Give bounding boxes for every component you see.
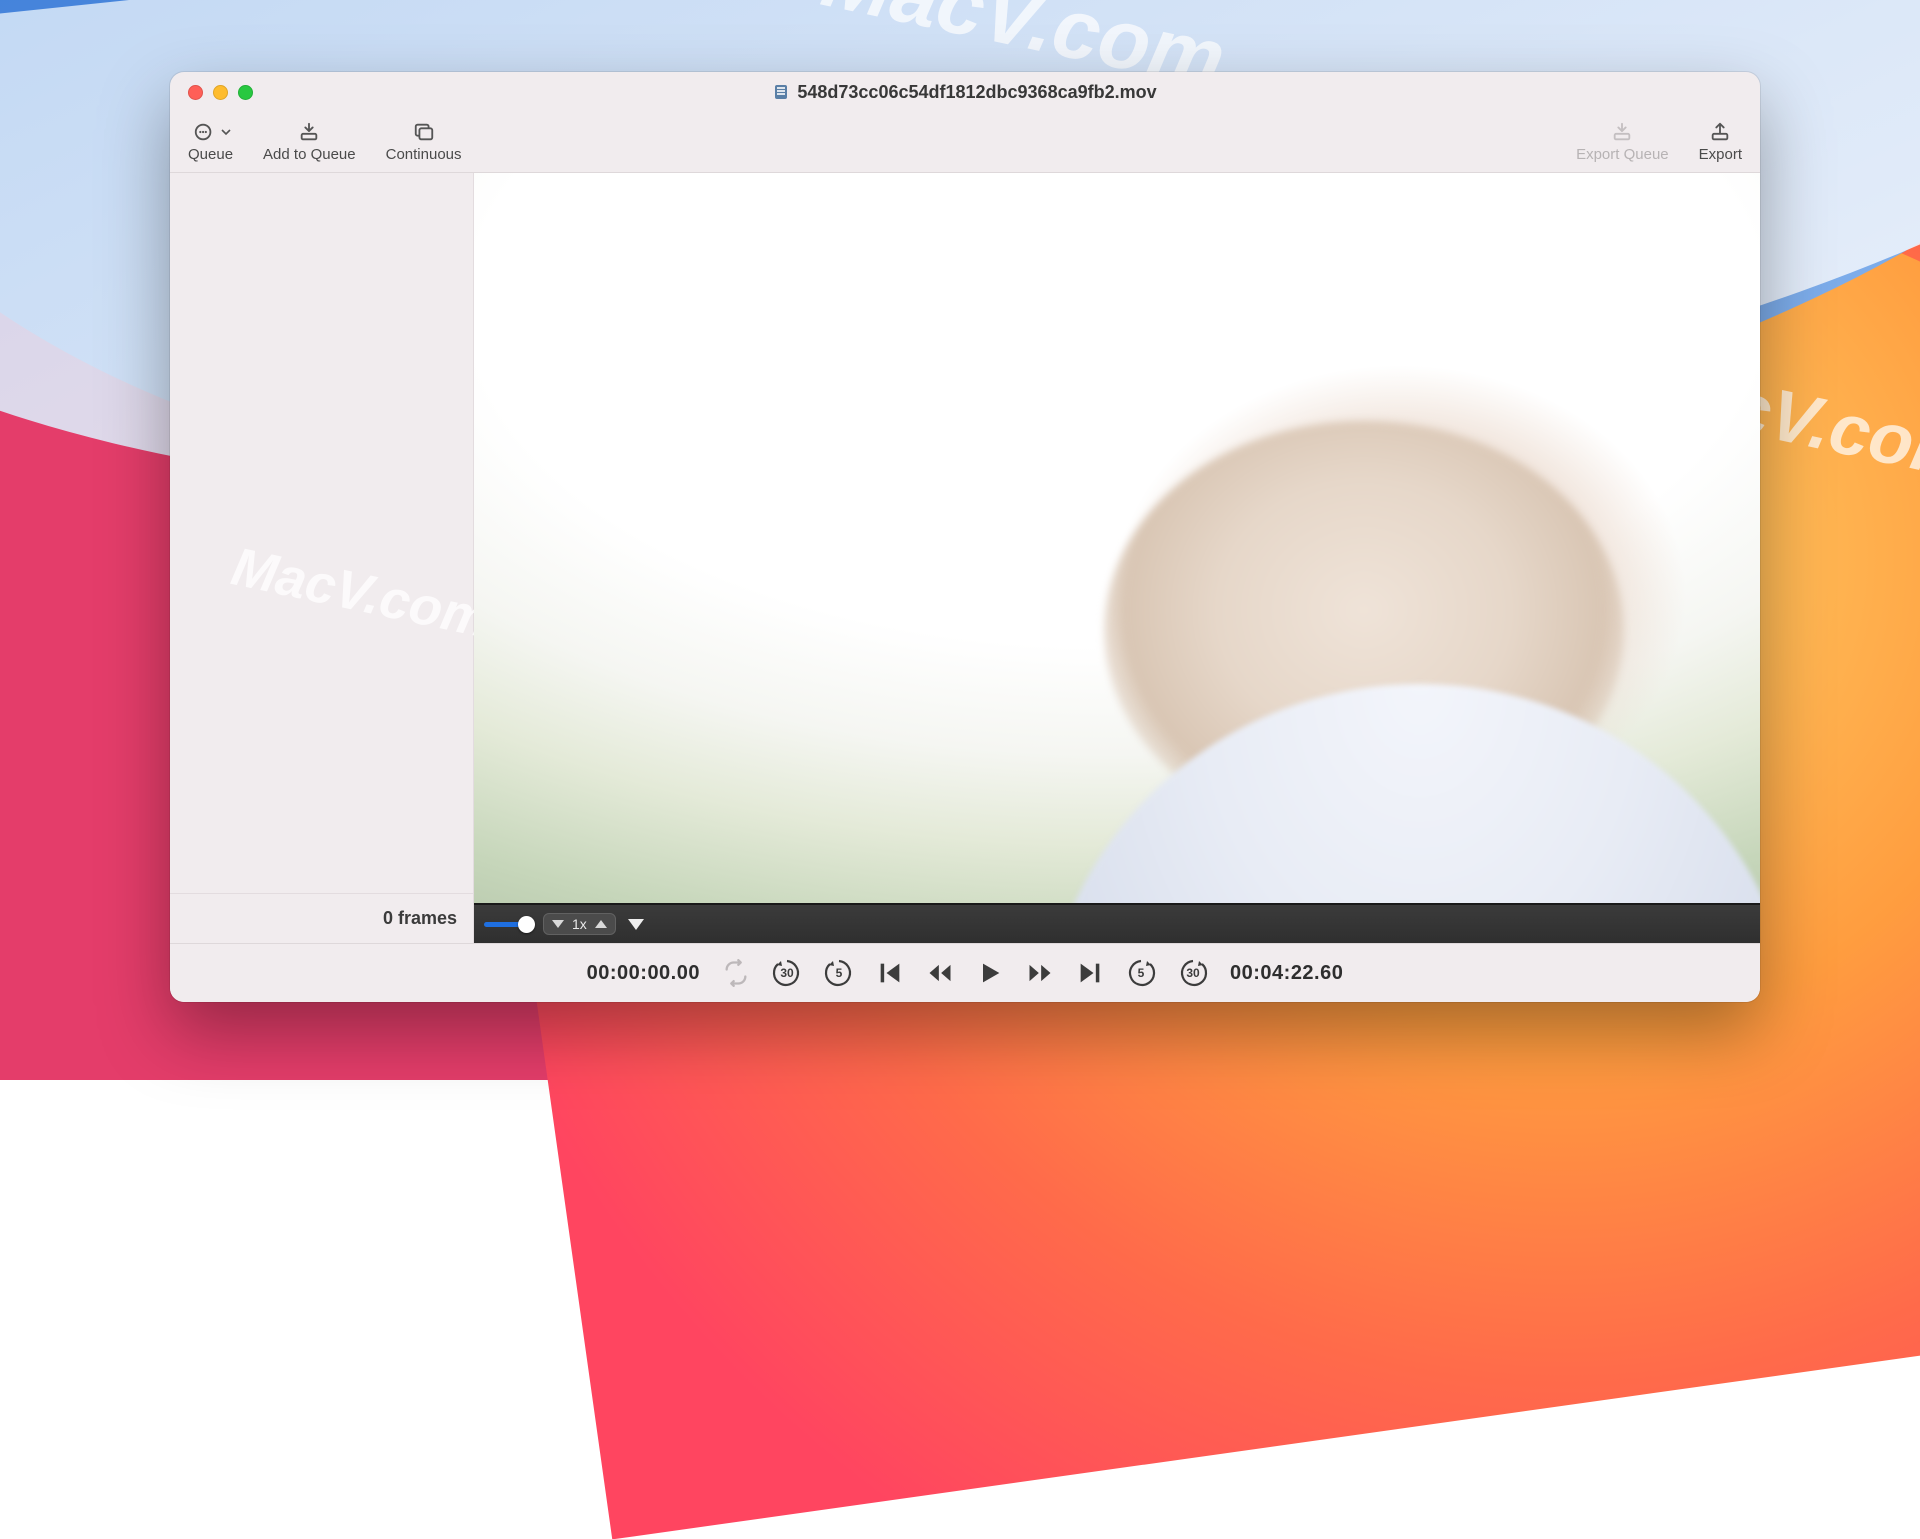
video-area: 1x: [474, 173, 1760, 943]
current-time: 00:00:00.00: [587, 962, 700, 985]
queue-button[interactable]: Queue: [184, 119, 237, 165]
previous-frame-button[interactable]: [876, 959, 904, 987]
fast-forward-button[interactable]: [1026, 959, 1054, 987]
play-button[interactable]: [976, 959, 1004, 987]
speed-decrease-icon[interactable]: [552, 920, 564, 928]
window-title: 548d73cc06c54df1812dbc9368ca9fb2.mov: [797, 82, 1156, 103]
export-queue-button: Export Queue: [1572, 119, 1673, 165]
zoom-window-button[interactable]: [238, 85, 253, 100]
timeline-bar: 1x: [474, 903, 1760, 943]
total-time: 00:04:22.60: [1230, 962, 1343, 985]
fast-forward-icon: [1026, 959, 1054, 987]
frames-sidebar: MacV.com 0 frames: [170, 173, 474, 943]
add-to-queue-button[interactable]: Add to Queue: [259, 119, 360, 165]
skip-amount: 5: [824, 958, 854, 988]
watermark: MacV.com: [226, 535, 495, 650]
toolbar-label: Export: [1699, 146, 1742, 163]
next-frame-icon: [1076, 959, 1104, 987]
playback-controls: 00:00:00.00 30 5 5: [170, 943, 1760, 1002]
loop-icon: [722, 959, 750, 987]
zoom-thumb[interactable]: [518, 916, 535, 933]
rewind-button[interactable]: [926, 959, 954, 987]
continuous-icon: [411, 121, 437, 143]
skip-back-5-button[interactable]: 5: [824, 958, 854, 988]
playhead-marker[interactable]: [628, 919, 644, 930]
skip-amount: 30: [1178, 958, 1208, 988]
toolbar-label: Export Queue: [1576, 146, 1669, 163]
frames-count: 0 frames: [170, 893, 473, 943]
window-controls: [170, 85, 253, 100]
previous-frame-icon: [876, 959, 904, 987]
add-to-queue-icon: [296, 121, 322, 143]
queue-icon: [191, 121, 217, 143]
zoom-slider[interactable]: [484, 916, 535, 933]
skip-back-30-button[interactable]: 30: [772, 958, 802, 988]
minimize-window-button[interactable]: [213, 85, 228, 100]
toolbar-label: Add to Queue: [263, 146, 356, 163]
speed-selector[interactable]: 1x: [543, 913, 616, 935]
chevron-down-icon: [221, 127, 231, 137]
export-queue-icon: [1609, 121, 1635, 143]
content-area: MacV.com 0 frames 1x: [170, 172, 1760, 943]
titlebar[interactable]: 548d73cc06c54df1812dbc9368ca9fb2.mov: [170, 72, 1760, 112]
close-window-button[interactable]: [188, 85, 203, 100]
speed-value: 1x: [572, 916, 587, 932]
export-icon: [1707, 121, 1733, 143]
loop-button[interactable]: [722, 959, 750, 987]
export-button[interactable]: Export: [1695, 119, 1746, 165]
movie-doc-icon: [773, 84, 789, 100]
frames-list[interactable]: MacV.com: [170, 173, 473, 893]
skip-forward-30-button[interactable]: 30: [1178, 958, 1208, 988]
rewind-icon: [926, 959, 954, 987]
skip-forward-5-button[interactable]: 5: [1126, 958, 1156, 988]
next-frame-button[interactable]: [1076, 959, 1104, 987]
skip-amount: 5: [1126, 958, 1156, 988]
toolbar-label: Queue: [188, 146, 233, 163]
video-preview[interactable]: [474, 173, 1760, 903]
toolbar-label: Continuous: [386, 146, 462, 163]
toolbar: Queue Add to Queue Continuous Export Que…: [170, 112, 1760, 172]
continuous-button[interactable]: Continuous: [382, 119, 466, 165]
app-window: 548d73cc06c54df1812dbc9368ca9fb2.mov Que…: [170, 72, 1760, 1002]
skip-amount: 30: [772, 958, 802, 988]
speed-increase-icon[interactable]: [595, 920, 607, 928]
play-icon: [976, 959, 1004, 987]
